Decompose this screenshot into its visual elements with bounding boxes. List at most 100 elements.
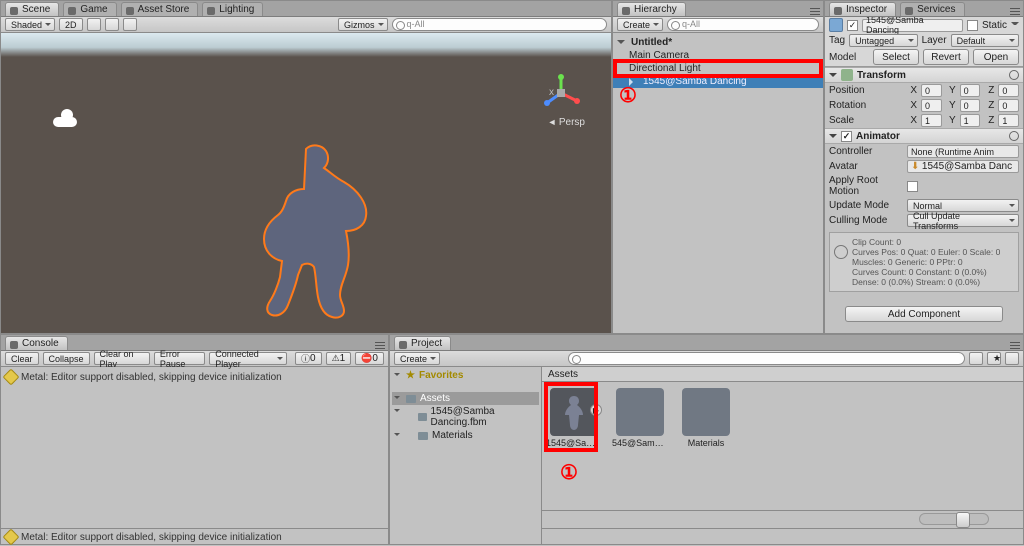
scene-viewport[interactable]: x ◄ Persp — [1, 33, 611, 333]
gear-icon[interactable] — [1009, 131, 1019, 141]
culling-mode-dropdown[interactable]: Cull Update Transforms — [907, 214, 1019, 227]
project-create-dropdown[interactable]: Create — [394, 352, 440, 365]
open-button[interactable]: Open — [973, 49, 1019, 65]
animator-enabled-checkbox[interactable]: ✓ — [841, 131, 852, 142]
project-status-bar — [542, 528, 1023, 544]
avatar-field[interactable]: ⬇ 1545@Samba Danc — [907, 160, 1019, 173]
favorite-icon[interactable]: ★ — [987, 352, 1001, 365]
panel-menu-icon[interactable] — [1007, 8, 1023, 16]
folder-icon — [616, 388, 664, 436]
collapse-toggle[interactable]: Collapse — [43, 352, 90, 365]
persp-label: ◄ Persp — [547, 117, 585, 128]
panel-menu-icon[interactable] — [1007, 342, 1023, 350]
controller-field[interactable]: None (Runtime Anim — [907, 145, 1019, 158]
svg-text:x: x — [549, 87, 554, 98]
transform-header[interactable]: Transform — [825, 67, 1023, 83]
animator-stats: Clip Count: 0 Curves Pos: 0 Quat: 0 Eule… — [829, 232, 1019, 292]
rot-y[interactable]: 0 — [960, 99, 981, 112]
warning-icon — [3, 369, 20, 386]
annotation-box — [613, 59, 823, 78]
gizmos-dropdown[interactable]: Gizmos — [338, 18, 388, 31]
warning-icon — [3, 529, 20, 546]
scene-light-toggle[interactable] — [87, 18, 101, 31]
hierarchy-search[interactable]: q-All — [667, 18, 819, 31]
hidden-icon[interactable] — [1005, 352, 1019, 365]
connected-player-dropdown[interactable]: Connected Player — [209, 352, 287, 365]
tab-console[interactable]: Console — [5, 336, 68, 350]
view-2d-toggle[interactable]: 2D — [59, 18, 83, 31]
asset-grid[interactable]: ▶ 1545@Samba… 545@Samba… Materials ① — [542, 382, 1023, 510]
folder-icon — [682, 388, 730, 436]
favorites-node[interactable]: ★ Favorites — [392, 369, 539, 382]
scene-tabs: Scene Game Asset Store Lighting — [1, 1, 611, 17]
tag-dropdown[interactable]: Untagged — [849, 34, 917, 47]
inspector-panel: Inspector Services ✓ 1545@Samba Dancing … — [824, 0, 1024, 334]
error-pause-toggle[interactable]: Error Pause — [154, 352, 205, 365]
tab-inspector[interactable]: Inspector — [829, 2, 896, 16]
enabled-checkbox[interactable]: ✓ — [847, 20, 858, 31]
tab-game[interactable]: Game — [63, 2, 116, 16]
panel-menu-icon[interactable] — [807, 8, 823, 16]
annotation-marker: ① — [560, 460, 578, 485]
asset-item[interactable]: Materials — [680, 388, 732, 448]
pos-x[interactable]: 0 — [921, 84, 942, 97]
pos-y[interactable]: 0 — [960, 84, 981, 97]
static-dropdown-icon[interactable] — [1011, 22, 1019, 28]
clear-on-play-toggle[interactable]: Clear on Play — [94, 352, 150, 365]
scene-audio-toggle[interactable] — [105, 18, 119, 31]
orientation-gizmo[interactable]: x — [541, 73, 581, 113]
selected-model[interactable] — [251, 143, 371, 333]
annotation-marker: ① — [619, 83, 637, 108]
camera-icon — [51, 109, 81, 127]
scale-z[interactable]: 1 — [998, 114, 1019, 127]
root-motion-checkbox[interactable] — [907, 181, 918, 192]
pos-z[interactable]: 0 — [998, 84, 1019, 97]
gameobject-icon — [829, 18, 843, 32]
name-field[interactable]: 1545@Samba Dancing — [862, 19, 963, 32]
project-tree[interactable]: ★ Favorites Assets 1545@Samba Dancing.fb… — [390, 367, 542, 544]
breadcrumb[interactable]: Assets — [542, 367, 1023, 382]
hierarchy-tree[interactable]: Untitled* Main Camera Directional Light … — [613, 33, 823, 333]
hierarchy-panel: Hierarchy Create q-All Untitled* Main Ca… — [612, 0, 824, 334]
panel-menu-icon[interactable] — [372, 342, 388, 350]
clear-button[interactable]: Clear — [5, 352, 39, 365]
folder-icon — [418, 413, 427, 421]
revert-button[interactable]: Revert — [923, 49, 969, 65]
tab-project[interactable]: Project — [394, 336, 451, 350]
add-component-button[interactable]: Add Component — [845, 306, 1003, 322]
thumbnail-size-slider[interactable] — [919, 513, 989, 525]
folder-item[interactable]: 1545@Samba Dancing.fbm — [392, 405, 539, 429]
assets-node[interactable]: Assets — [392, 392, 539, 405]
static-checkbox[interactable] — [967, 20, 978, 31]
hierarchy-create-dropdown[interactable]: Create — [617, 18, 663, 31]
folder-item[interactable]: Materials — [392, 429, 539, 442]
folder-icon — [418, 432, 428, 440]
tab-services[interactable]: Services — [900, 2, 964, 16]
tab-hierarchy[interactable]: Hierarchy — [617, 2, 686, 16]
scale-y[interactable]: 1 — [960, 114, 981, 127]
animator-header[interactable]: ✓ Animator — [825, 128, 1023, 144]
tab-asset-store[interactable]: Asset Store — [121, 2, 199, 16]
status-bar: Metal: Editor support disabled, skipping… — [1, 529, 388, 545]
asset-item[interactable]: 545@Samba… — [614, 388, 666, 448]
layer-dropdown[interactable]: Default — [951, 34, 1019, 47]
filter-icon[interactable] — [969, 352, 983, 365]
annotation-box — [544, 382, 598, 452]
scale-x[interactable]: 1 — [921, 114, 942, 127]
rot-x[interactable]: 0 — [921, 99, 942, 112]
info-filter[interactable]: ⓘ 0 — [295, 352, 322, 365]
project-search[interactable] — [568, 352, 965, 365]
rot-z[interactable]: 0 — [998, 99, 1019, 112]
scene-search[interactable]: q-All — [392, 18, 607, 31]
error-filter[interactable]: ⛔ 0 — [355, 352, 384, 365]
select-button[interactable]: Select — [873, 49, 919, 65]
folder-icon — [406, 395, 416, 403]
project-panel: Project Create ★ ★ Favorites Assets 1545… — [389, 334, 1024, 545]
warn-filter[interactable]: ⚠ 1 — [326, 352, 352, 365]
scene-fx-toggle[interactable] — [123, 18, 137, 31]
shading-mode-dropdown[interactable]: Shaded — [5, 18, 55, 31]
gear-icon[interactable] — [1009, 70, 1019, 80]
tab-lighting[interactable]: Lighting — [202, 2, 263, 16]
log-entry[interactable]: Metal: Editor support disabled, skipping… — [5, 369, 384, 385]
tab-scene[interactable]: Scene — [5, 2, 59, 16]
